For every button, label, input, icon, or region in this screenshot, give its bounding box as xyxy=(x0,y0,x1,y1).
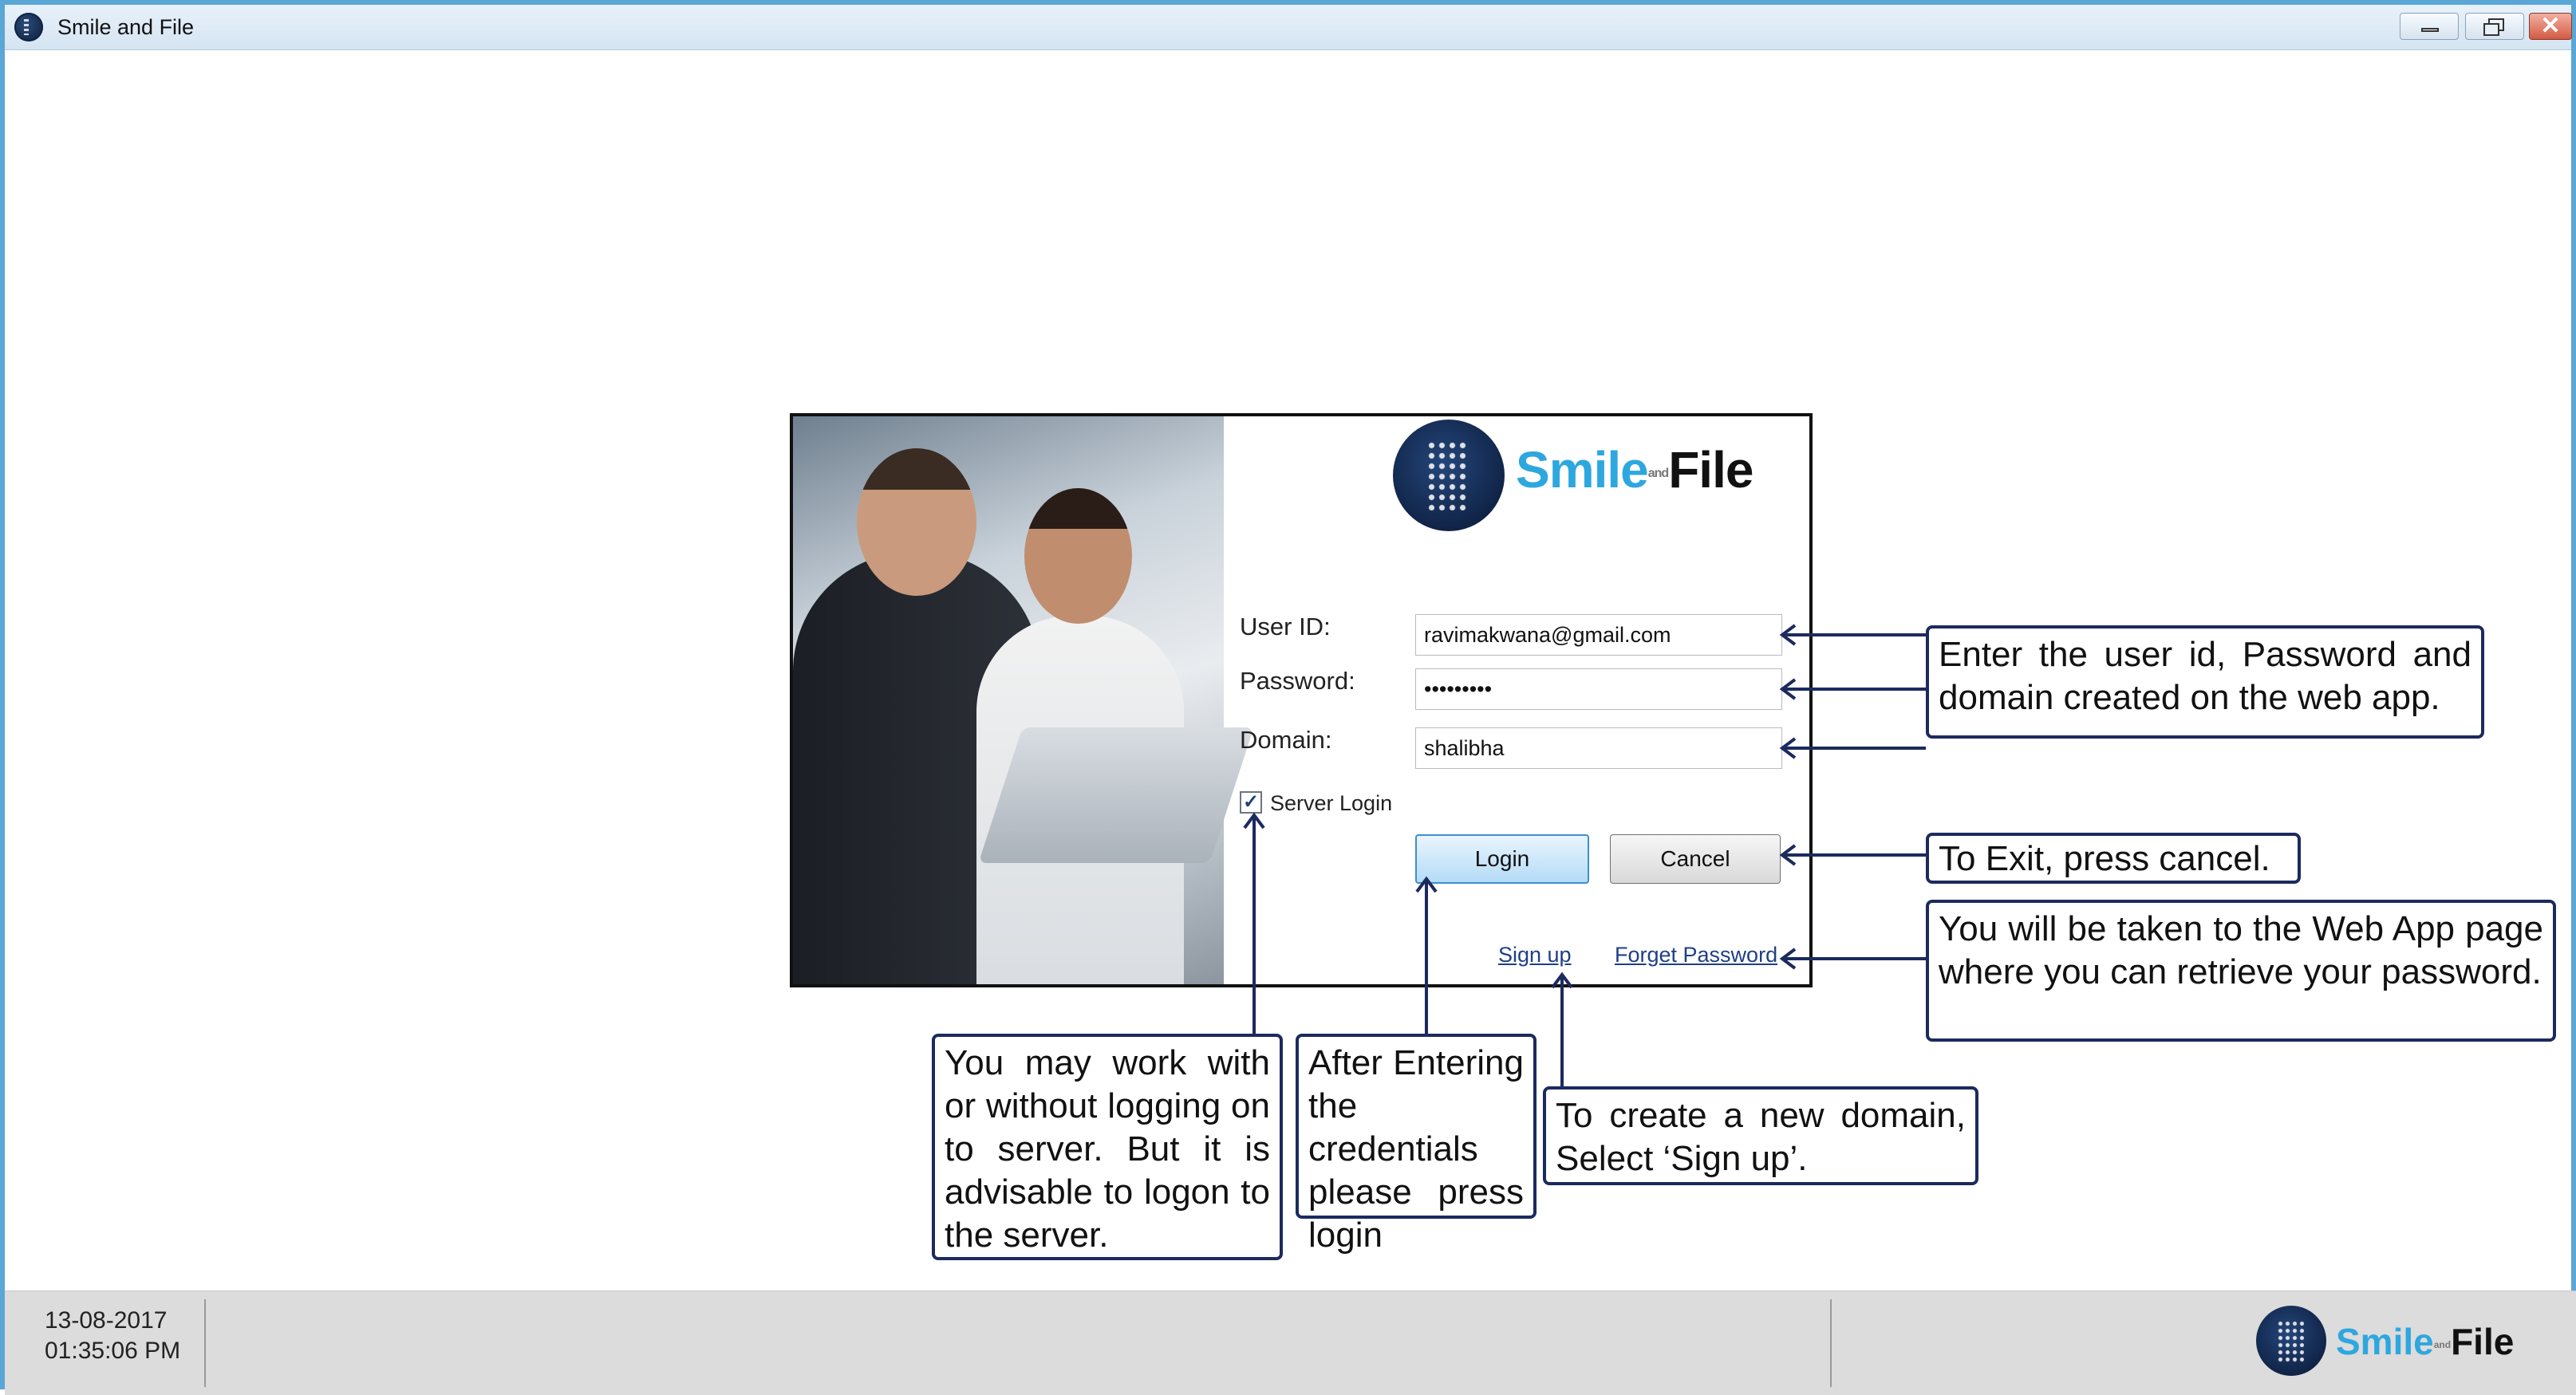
logo-dots xyxy=(2277,1320,2304,1363)
callout-server-login: You may work with or without logging on … xyxy=(932,1034,1283,1260)
callout-forget-password: You will be taken to the Web App page wh… xyxy=(1926,900,2556,1042)
status-bar: 13-08-2017 01:35:06 PM SmileandFile xyxy=(5,1291,2576,1395)
callout-signup: To create a new domain, Select ‘Sign up’… xyxy=(1543,1086,1978,1185)
status-divider xyxy=(1830,1299,1832,1387)
statusbar-logo-icon xyxy=(2256,1306,2326,1376)
app-window: Smile and File ✕ SmileandFile User ID: P… xyxy=(0,0,2576,1395)
callout-login: After Entering the credentials please pr… xyxy=(1296,1034,1537,1255)
callout-exit: To Exit, press cancel. xyxy=(1926,833,2301,884)
status-date: 13-08-2017 xyxy=(45,1307,168,1334)
callout-credentials: Enter the user id, Password and domain c… xyxy=(1926,625,2484,739)
status-time: 01:35:06 PM xyxy=(45,1338,181,1364)
status-divider xyxy=(204,1299,206,1387)
statusbar-logo-wordmark: SmileandFile xyxy=(2336,1321,2515,1362)
